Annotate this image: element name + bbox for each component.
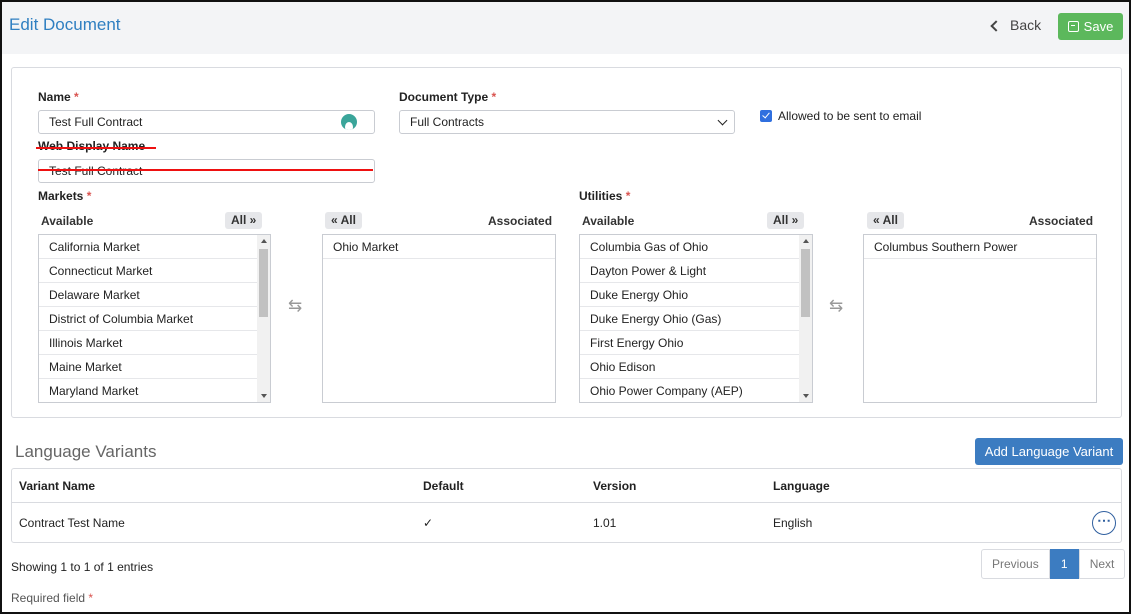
allowed-email-label: Allowed to be sent to email	[778, 109, 922, 123]
market-list-item[interactable]: Delaware Market	[39, 283, 270, 307]
page-1-button[interactable]: 1	[1049, 549, 1079, 579]
markets-available-list[interactable]: California Market Connecticut Market Delaw…	[38, 234, 271, 403]
document-type-value: Full Contracts	[410, 115, 485, 129]
allowed-email-checkbox[interactable]	[760, 110, 772, 122]
scroll-down-icon[interactable]	[261, 394, 267, 398]
transfer-arrows-icon[interactable]: ⇆	[829, 296, 843, 316]
assistant-avatar-icon[interactable]	[341, 114, 357, 130]
scrollbar-thumb[interactable]	[801, 249, 810, 317]
utility-list-item[interactable]: Ohio Edison	[580, 355, 812, 379]
utility-list-item[interactable]: Columbus Southern Power	[864, 235, 1096, 259]
language-variants-table: Variant Name Default Version Language Co…	[11, 468, 1122, 543]
utilities-available-header: Available	[582, 214, 635, 228]
utilities-move-all-right-button[interactable]: All »	[767, 212, 805, 229]
red-strike-line	[36, 147, 156, 149]
markets-associated-list[interactable]: Ohio Market	[322, 234, 556, 403]
market-list-item[interactable]: Ohio Market	[323, 235, 555, 259]
save-icon	[1067, 21, 1079, 32]
red-strike-line	[38, 169, 373, 171]
utility-list-item[interactable]: First Energy Ohio	[580, 331, 812, 355]
document-type-select[interactable]: Full Contracts	[399, 110, 735, 134]
utilities-label: Utilities *	[579, 189, 631, 203]
chevron-left-icon	[990, 19, 1002, 32]
utilities-available-list[interactable]: Columbia Gas of Ohio Dayton Power & Light…	[579, 234, 813, 403]
utilities-scrollbar[interactable]	[799, 235, 812, 402]
column-header[interactable]: Variant Name	[19, 479, 95, 493]
default-check-icon: ✓	[423, 516, 434, 530]
name-value: Test Full Contract	[49, 115, 143, 129]
web-display-name-input[interactable]: Test Full Contract	[38, 159, 375, 183]
table-info: Showing 1 to 1 of 1 entries	[11, 560, 154, 574]
pagination: Previous 1 Next	[981, 549, 1126, 579]
markets-label: Markets *	[38, 189, 92, 203]
column-header[interactable]: Version	[593, 479, 636, 493]
market-list-item[interactable]: Maine Market	[39, 355, 270, 379]
scroll-up-icon[interactable]	[261, 239, 267, 243]
back-label: Back	[1010, 17, 1042, 33]
scroll-up-icon[interactable]	[803, 239, 809, 243]
column-header[interactable]: Language	[773, 479, 830, 493]
market-list-item[interactable]: California Market	[39, 235, 270, 259]
markets-associated-header: Associated	[488, 214, 553, 228]
transfer-arrows-icon[interactable]: ⇆	[288, 296, 302, 316]
column-header[interactable]: Default	[423, 479, 464, 493]
document-type-label: Document Type *	[399, 90, 497, 104]
utility-list-item[interactable]: Duke Energy Ohio	[580, 283, 812, 307]
back-button[interactable]: Back	[990, 17, 1042, 33]
markets-scrollbar[interactable]	[257, 235, 270, 402]
utility-list-item[interactable]: Columbia Gas of Ohio	[580, 235, 812, 259]
document-form-panel: Name * Test Full Contract Document Type …	[11, 67, 1122, 418]
app-window: Edit Document Back Save Name * Test Full…	[0, 0, 1131, 614]
market-list-item[interactable]: Illinois Market	[39, 331, 270, 355]
web-display-name-label: Web Display Name	[38, 139, 146, 153]
utility-list-item[interactable]: Duke Energy Ohio (Gas)	[580, 307, 812, 331]
save-button[interactable]: Save	[1058, 13, 1123, 40]
utility-list-item[interactable]: Ohio Power Company (AEP)	[580, 379, 812, 402]
next-page-button[interactable]: Next	[1078, 549, 1126, 579]
market-list-item[interactable]: Maryland Market	[39, 379, 270, 402]
language-variants-title: Language Variants	[15, 442, 157, 461]
utility-list-item[interactable]: Dayton Power & Light	[580, 259, 812, 283]
save-label: Save	[1083, 19, 1114, 34]
markets-available-header: Available	[41, 214, 94, 228]
market-list-item[interactable]: District of Columbia Market	[39, 307, 270, 331]
markets-move-all-right-button[interactable]: All »	[225, 212, 263, 229]
utilities-associated-header: Associated	[1029, 214, 1094, 228]
previous-page-button[interactable]: Previous	[981, 549, 1050, 579]
market-list-item[interactable]: Connecticut Market	[39, 259, 270, 283]
utilities-associated-list[interactable]: Columbus Southern Power	[863, 234, 1097, 403]
markets-move-all-left-button[interactable]: « All	[325, 212, 362, 229]
required-field-note: Required field *	[11, 591, 94, 605]
add-language-variant-button[interactable]: Add Language Variant	[975, 438, 1123, 465]
variant-name-cell: Contract Test Name	[19, 516, 125, 530]
page-title: Edit Document	[9, 15, 121, 34]
row-actions-more-icon[interactable]: ⋯	[1092, 511, 1116, 535]
name-input[interactable]: Test Full Contract	[38, 110, 375, 134]
top-bar: Edit Document Back Save	[2, 2, 1129, 54]
web-display-name-value: Test Full Contract	[49, 164, 143, 178]
version-cell: 1.01	[593, 516, 617, 530]
utilities-move-all-left-button[interactable]: « All	[867, 212, 904, 229]
scrollbar-thumb[interactable]	[259, 249, 268, 317]
scroll-down-icon[interactable]	[803, 394, 809, 398]
language-cell: English	[773, 516, 813, 530]
name-label: Name *	[38, 90, 79, 104]
chevron-down-icon	[717, 115, 728, 126]
